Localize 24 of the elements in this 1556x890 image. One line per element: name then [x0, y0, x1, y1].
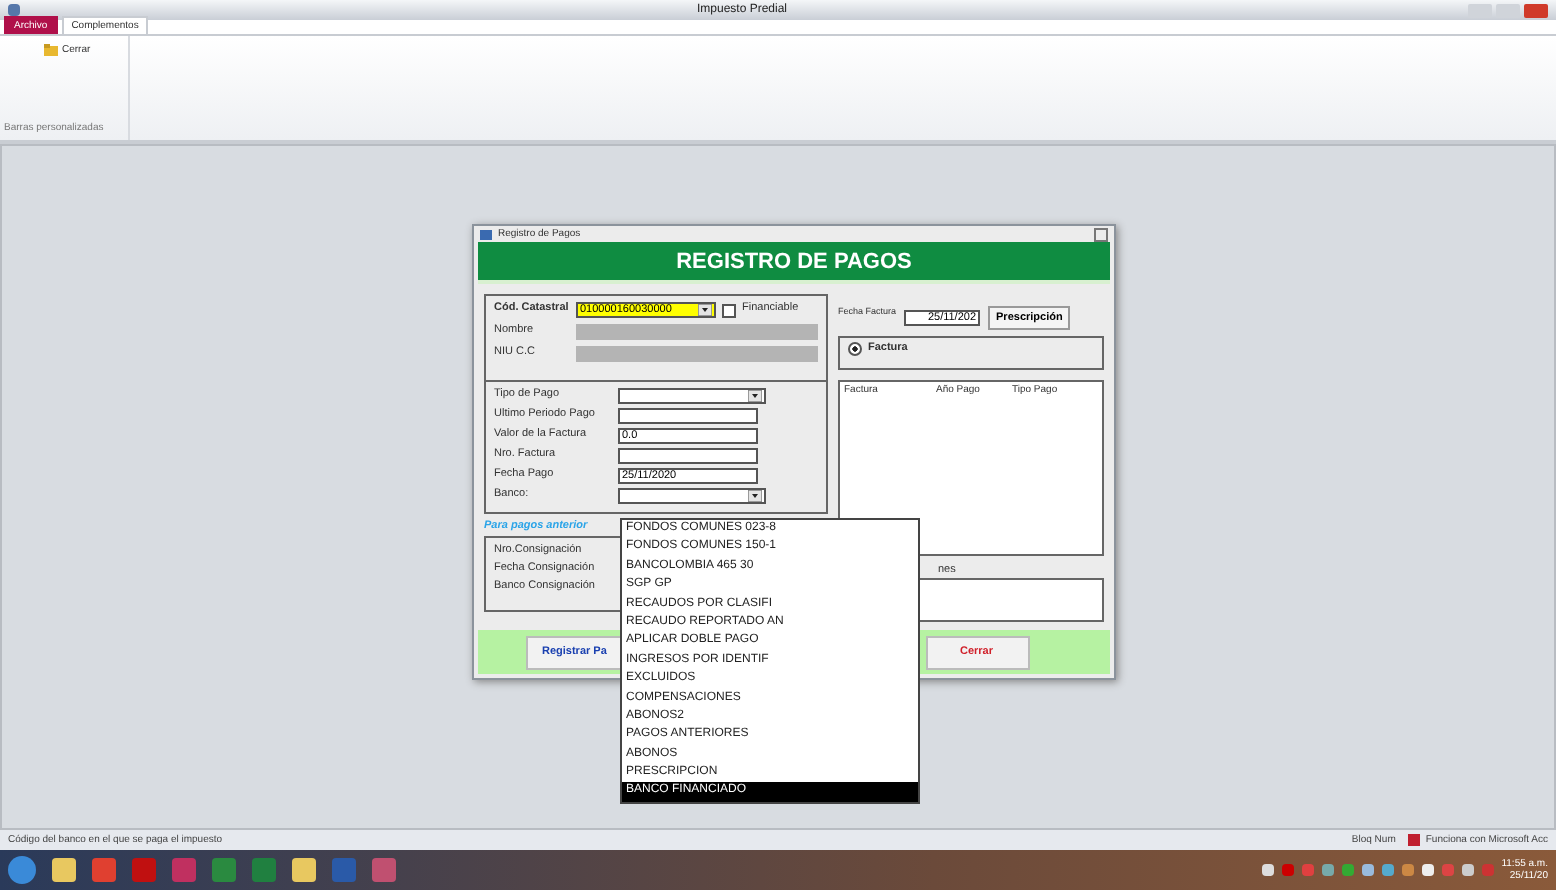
input-field[interactable]: [618, 448, 758, 465]
dropdown-icon[interactable]: [748, 490, 762, 503]
taskbar-app-icon[interactable]: [52, 858, 76, 882]
app-icon: [8, 4, 20, 16]
taskbar-app-icon[interactable]: [172, 858, 196, 882]
input-field[interactable]: [618, 408, 758, 425]
taskbar-app-icon[interactable]: [292, 858, 316, 882]
folder-icon: [44, 44, 58, 56]
dropdown-icon[interactable]: [698, 304, 712, 317]
taskbar-app-icon[interactable]: [332, 858, 356, 882]
financiable-checkbox[interactable]: [722, 303, 736, 318]
taskbar-app-icon[interactable]: [372, 858, 396, 882]
access-icon: [1407, 834, 1420, 846]
taskbar-app-icon[interactable]: [212, 858, 236, 882]
combo-box[interactable]: [618, 388, 766, 405]
taskbar-app-icon[interactable]: [132, 858, 156, 882]
form-icon: [480, 229, 492, 240]
form-header: REGISTRO DE PAGOS: [478, 242, 1110, 285]
taskbar-app-icon[interactable]: [92, 858, 116, 882]
combo-box[interactable]: [618, 488, 766, 505]
taskbar-app-icon[interactable]: [252, 858, 276, 882]
factura-radio[interactable]: [848, 342, 862, 357]
dropdown-icon[interactable]: [748, 390, 762, 403]
start-button[interactable]: [8, 856, 36, 884]
